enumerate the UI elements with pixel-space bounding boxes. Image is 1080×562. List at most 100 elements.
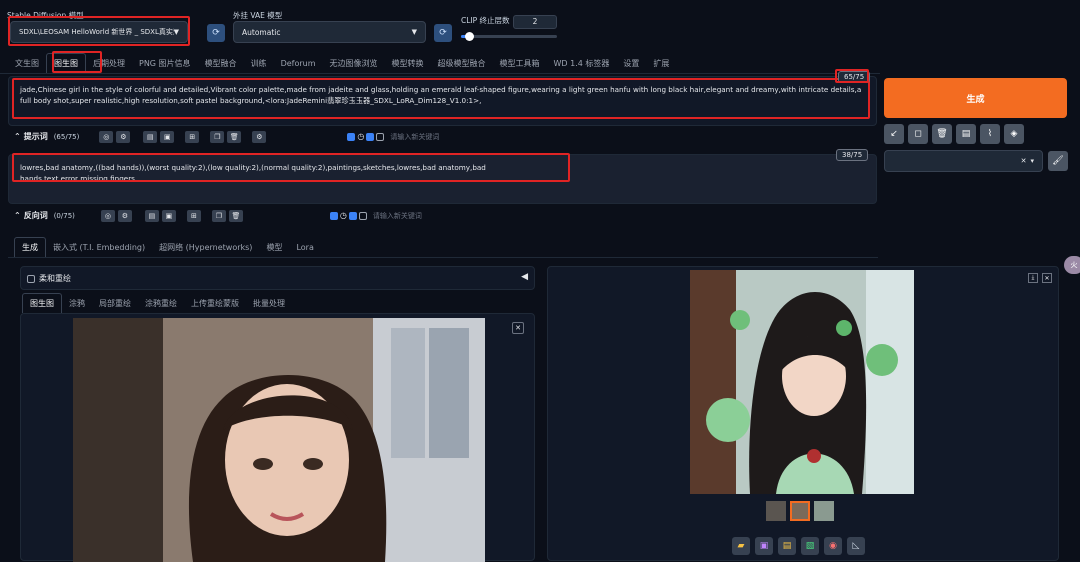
gear-icon[interactable]: ⚙ xyxy=(117,209,132,222)
imgtab-1[interactable]: 涂鸦 xyxy=(62,293,92,313)
vae-select[interactable]: Automatic ▼ xyxy=(233,21,426,43)
folder-icon[interactable]: ▰ xyxy=(732,537,750,555)
checkbox-unchecked[interactable] xyxy=(376,132,385,141)
close-icon[interactable]: ✕ xyxy=(512,322,524,334)
trash-icon[interactable]: 🗑 xyxy=(228,209,243,222)
caret-left-icon[interactable]: ◀ xyxy=(521,272,528,282)
soft-inpaint-accordion[interactable]: 柔和重绘 ◀ xyxy=(20,266,535,290)
vae-label: 外挂 VAE 模型 xyxy=(233,11,283,20)
ruler-icon[interactable]: ◺ xyxy=(847,537,865,555)
tab-7[interactable]: 无边图像浏览 xyxy=(323,53,385,73)
copy-icon[interactable]: ❐ xyxy=(211,209,226,222)
history-icon[interactable]: ◷ xyxy=(357,132,364,141)
clip-slider-handle[interactable] xyxy=(464,32,474,41)
tab-8[interactable]: 模型转换 xyxy=(385,53,431,73)
collapse-icon[interactable]: ⌃ xyxy=(14,211,21,220)
thumbnail[interactable] xyxy=(814,501,834,521)
imgtab-5[interactable]: 批量处理 xyxy=(246,293,292,313)
keyword-input[interactable]: 请输入新关键词 xyxy=(373,211,422,221)
copy-icon[interactable]: ❐ xyxy=(210,130,225,143)
package-icon[interactable]: ◈ xyxy=(1004,124,1024,144)
save-icon[interactable]: ▣ xyxy=(755,537,773,555)
tab-10[interactable]: 模型工具箱 xyxy=(493,53,547,73)
close-icon[interactable]: ✕ xyxy=(1042,273,1052,283)
refresh-icon[interactable]: ⟳ xyxy=(207,24,225,42)
tab-5[interactable]: 训练 xyxy=(244,53,274,73)
clip-label: CLIP 终止层数 xyxy=(461,16,510,25)
imgtab-3[interactable]: 涂鸦重绘 xyxy=(138,293,184,313)
expand-icon[interactable]: ⊞ xyxy=(185,130,200,143)
tab-12[interactable]: 设置 xyxy=(616,53,646,73)
tab-13[interactable]: 扩展 xyxy=(646,53,676,73)
clip-slider[interactable] xyxy=(461,32,557,41)
clip-input[interactable]: 2 xyxy=(513,15,557,29)
chevron-down-icon: ▾ xyxy=(1030,157,1034,165)
model-highlight xyxy=(8,16,190,46)
style-select[interactable]: ✕ ▾ xyxy=(884,150,1043,172)
trash-icon[interactable]: 🗑 xyxy=(227,130,242,143)
tab-9[interactable]: 超级模型融合 xyxy=(431,53,493,73)
export-icon[interactable]: ▣ xyxy=(160,130,175,143)
negative-label: 反向词 xyxy=(23,211,48,220)
image-upload-area[interactable]: ✕ xyxy=(20,313,535,562)
paste-icon[interactable]: ▤ xyxy=(144,209,159,222)
brush-icon[interactable]: ⌇ xyxy=(980,124,1000,144)
paint-icon[interactable]: 🖌 xyxy=(1048,151,1068,171)
export-icon[interactable]: ▣ xyxy=(161,209,176,222)
checkbox-enabled[interactable] xyxy=(366,132,375,141)
subtab-1[interactable]: 嵌入式 (T.I. Embedding) xyxy=(46,237,152,257)
imgtab-2[interactable]: 局部重绘 xyxy=(92,293,138,313)
clear-icon[interactable]: ✕ xyxy=(1021,157,1027,165)
prompt-toolbar: ⌃ 提示词 (65/75) ◎ ⚙ ▤ ▣ ⊞ ❐ 🗑 ⚙ ◷ 请输入新关键词 xyxy=(14,128,869,145)
counter-highlight xyxy=(835,69,869,83)
thumbnail[interactable] xyxy=(790,501,810,521)
refresh-icon[interactable]: ⟳ xyxy=(434,24,452,42)
expand-icon[interactable]: ⊞ xyxy=(186,209,201,222)
globe-icon[interactable]: ◎ xyxy=(99,130,114,143)
subtab-0[interactable]: 生成 xyxy=(14,237,46,257)
thumbnails xyxy=(766,501,834,521)
soft-inpaint-checkbox[interactable] xyxy=(27,275,35,283)
archive-icon[interactable]: ▤ xyxy=(778,537,796,555)
subtab-4[interactable]: Lora xyxy=(289,237,320,257)
negative-highlight xyxy=(12,153,570,182)
tab-6[interactable]: Deforum xyxy=(274,53,323,73)
prompt-label: 提示词 xyxy=(23,132,48,141)
negative-counter: 38/75 xyxy=(836,149,869,161)
thumbnail[interactable] xyxy=(766,501,786,521)
keyword-input[interactable]: 请输入新关键词 xyxy=(390,132,439,142)
checkbox-enabled[interactable] xyxy=(347,132,356,141)
output-panel: ⤓ ✕ ▰ ▣ ▤ ▧ ◉ ◺ xyxy=(547,266,1059,561)
square-icon[interactable]: ◻ xyxy=(908,124,928,144)
prompt-highlight xyxy=(12,78,870,119)
tab-11[interactable]: WD 1.4 标签器 xyxy=(547,53,617,73)
generate-button[interactable]: 生成 xyxy=(884,78,1067,118)
checkbox-enabled[interactable] xyxy=(348,211,357,220)
subtab-3[interactable]: 模型 xyxy=(259,237,289,257)
arrow-icon[interactable]: ↙ xyxy=(884,124,904,144)
paste-icon[interactable]: ▤ xyxy=(143,130,158,143)
trash-icon[interactable]: 🗑 xyxy=(932,124,952,144)
imgtab-4[interactable]: 上传重绘蒙版 xyxy=(184,293,246,313)
checkbox-enabled[interactable] xyxy=(329,211,338,220)
image-icon[interactable]: ▧ xyxy=(801,537,819,555)
output-actions: ▰ ▣ ▤ ▧ ◉ ◺ xyxy=(732,537,865,555)
history-icon[interactable]: ◷ xyxy=(340,211,347,220)
collapse-icon[interactable]: ⌃ xyxy=(14,132,21,141)
tab-3[interactable]: PNG 图片信息 xyxy=(132,53,198,73)
side-float-icon[interactable]: 火 xyxy=(1064,256,1080,274)
negative-count: (0/75) xyxy=(53,211,75,220)
settings-icon[interactable]: ⚙ xyxy=(252,130,267,143)
download-icon[interactable]: ⤓ xyxy=(1028,273,1038,283)
sub-tabs: 生成 嵌入式 (T.I. Embedding) 超网络 (Hypernetworks… xyxy=(14,237,321,257)
subtab-2[interactable]: 超网络 (Hypernetworks) xyxy=(152,237,259,257)
tab-0[interactable]: 文生图 xyxy=(8,53,46,73)
checkbox-unchecked[interactable] xyxy=(358,211,367,220)
subtab-divider xyxy=(8,257,878,258)
tab-4[interactable]: 模型融合 xyxy=(198,53,244,73)
imgtab-0[interactable]: 图生图 xyxy=(22,293,62,313)
globe-icon[interactable]: ◎ xyxy=(100,209,115,222)
gear-icon[interactable]: ⚙ xyxy=(116,130,131,143)
palette-icon[interactable]: ◉ xyxy=(824,537,842,555)
clipboard-icon[interactable]: ▤ xyxy=(956,124,976,144)
